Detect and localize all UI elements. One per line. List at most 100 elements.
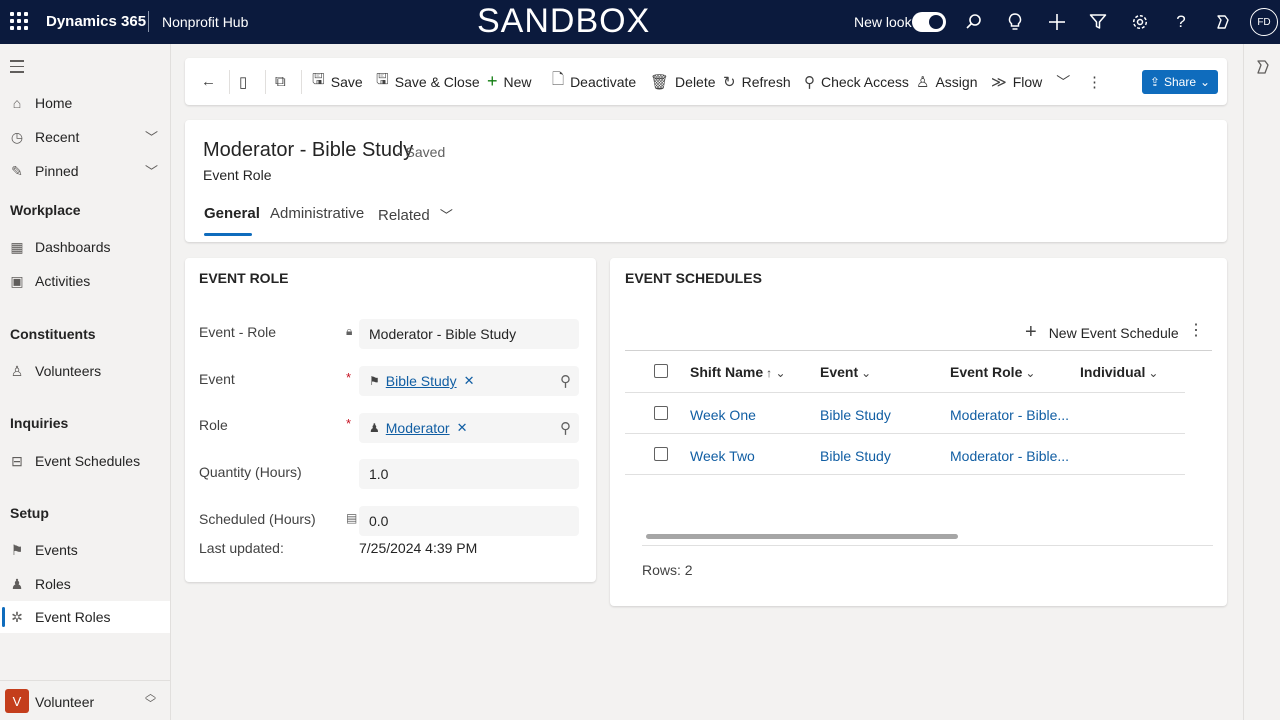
refresh-button[interactable]: ↻ Refresh	[723, 58, 791, 105]
assign-label: Assign	[935, 73, 978, 90]
required-marker: *	[346, 416, 352, 431]
gear-icon[interactable]	[1130, 12, 1150, 32]
tab-related-label: Related	[378, 207, 430, 224]
column-header-shift-name[interactable]: Shift Name ↑ ⌄	[690, 364, 786, 380]
tab-administrative[interactable]: Administrative	[270, 205, 364, 222]
back-button[interactable]: ←	[201, 58, 222, 105]
check-access-button[interactable]: ⚲ Check Access	[804, 58, 909, 105]
remove-icon[interactable]: ✕	[457, 420, 468, 436]
column-header-event-role[interactable]: Event Role ⌄	[950, 364, 1035, 380]
sidebar-item-label: Roles	[35, 576, 71, 592]
plus-icon[interactable]	[1047, 12, 1067, 32]
user-avatar[interactable]: FD	[1250, 8, 1278, 36]
sidebar-group-setup: Setup	[10, 505, 49, 521]
chevron-down-icon[interactable]: ﹀	[1056, 72, 1070, 92]
role-lookup-link[interactable]: Moderator	[386, 420, 450, 436]
area-switcher[interactable]: V Volunteer ︿ ﹀	[0, 680, 170, 720]
flow-button[interactable]: ≫ Flow ﹀	[991, 58, 1070, 105]
more-commands-button[interactable]: ⋮	[1087, 58, 1108, 105]
waffle-icon[interactable]	[10, 12, 28, 30]
remove-icon[interactable]: ✕	[464, 373, 475, 389]
delete-button[interactable]: 🗑 Delete	[650, 58, 716, 105]
sidebar-item-dashboards[interactable]: ▦ Dashboards	[0, 231, 170, 263]
refresh-icon: ↻	[723, 73, 736, 91]
sidebar-item-label: Home	[35, 95, 73, 111]
copilot-icon[interactable]	[1213, 12, 1233, 32]
event-link[interactable]: Bible Study	[820, 407, 891, 423]
tab-general[interactable]: General	[204, 205, 260, 222]
sort-ascending-icon: ↑ ⌄	[766, 366, 786, 380]
event-role-link[interactable]: Moderator - Bible...	[950, 448, 1069, 464]
flow-icon: ≫	[991, 73, 1007, 91]
row-checkbox[interactable]	[654, 447, 668, 461]
sidebar-item-events[interactable]: ⚑ Events	[0, 534, 170, 566]
open-new-window-button[interactable]: ⧉	[275, 58, 292, 105]
shift-name-link[interactable]: Week Two	[690, 448, 755, 464]
app-name[interactable]: Nonprofit Hub	[162, 14, 248, 30]
horizontal-scrollbar[interactable]	[646, 534, 958, 539]
column-header-label: Event	[820, 364, 859, 380]
sidebar-item-event-roles[interactable]: ✲ Event Roles	[0, 601, 170, 633]
product-brand[interactable]: Dynamics 365	[46, 13, 146, 30]
toolbar-divider	[265, 70, 266, 94]
trash-icon: 🗑	[650, 73, 670, 91]
search-icon[interactable]: ⚲	[560, 372, 571, 390]
sidebar-item-recent[interactable]: ◷ Recent ﹀	[0, 121, 170, 153]
sidebar-item-activities[interactable]: ▣ Activities	[0, 265, 170, 297]
hamburger-menu-icon[interactable]	[10, 60, 24, 77]
new-look-label: New look	[854, 14, 912, 30]
search-icon[interactable]	[964, 12, 984, 32]
sidebar-group-workplace: Workplace	[10, 202, 81, 218]
lightbulb-icon[interactable]	[1005, 12, 1025, 32]
sidebar-item-pinned[interactable]: ✎ Pinned ﹀	[0, 155, 170, 187]
event-lookup-link[interactable]: Bible Study	[386, 373, 457, 389]
event-lookup-field[interactable]: ⚑ Bible Study ✕ ⚲	[359, 366, 579, 396]
record-set-button[interactable]: ▯	[239, 58, 253, 105]
row-divider	[625, 474, 1185, 475]
shift-name-link[interactable]: Week One	[690, 407, 756, 423]
filter-icon[interactable]	[1088, 12, 1108, 32]
column-header-individual[interactable]: Individual ⌄	[1080, 364, 1158, 380]
active-tab-indicator	[204, 233, 252, 236]
save-close-button[interactable]: 🖫 Save & Close	[376, 58, 480, 105]
save-button[interactable]: 🖫 Save	[312, 58, 363, 105]
event-role-link[interactable]: Moderator - Bible...	[950, 407, 1069, 423]
share-button[interactable]: ⇪ Share ⌄	[1142, 70, 1218, 94]
back-arrow-icon: ←	[201, 73, 216, 90]
assign-button[interactable]: ♙ Assign	[916, 58, 977, 105]
column-header-label: Shift Name	[690, 364, 764, 380]
row-checkbox[interactable]	[654, 406, 668, 420]
field-label-role: Role	[199, 417, 228, 433]
search-icon[interactable]: ⚲	[560, 419, 571, 437]
chevron-down-icon[interactable]: ﹀	[145, 161, 158, 180]
role-lookup-field[interactable]: ♟ Moderator ✕ ⚲	[359, 413, 579, 443]
sidebar-item-roles[interactable]: ♟ Roles	[0, 568, 170, 600]
refresh-label: Refresh	[741, 73, 791, 90]
scheduled-field[interactable]: 0.0	[359, 506, 579, 536]
pin-icon: ✎	[11, 163, 23, 179]
row-divider	[625, 392, 1185, 393]
select-all-checkbox[interactable]	[654, 364, 668, 378]
copilot-pane-icon[interactable]	[1255, 59, 1271, 79]
sidebar-item-event-schedules[interactable]: ⊟ Event Schedules	[0, 445, 170, 477]
sidebar-item-home[interactable]: ⌂ Home	[0, 87, 170, 119]
event-role-field[interactable]: Moderator - Bible Study	[359, 319, 579, 349]
chevron-down-icon[interactable]: ﹀	[145, 127, 158, 146]
new-event-schedule-button[interactable]: + New Event Schedule	[1025, 321, 1179, 344]
new-look-toggle[interactable]	[912, 12, 946, 32]
more-vertical-icon[interactable]: ⋮	[1188, 320, 1204, 340]
new-button[interactable]: + New	[487, 58, 532, 105]
quantity-field[interactable]: 1.0	[359, 459, 579, 489]
sidebar-item-label: Event Schedules	[35, 453, 141, 469]
sidebar-item-label: Dashboards	[35, 239, 111, 255]
sidebar-item-volunteers[interactable]: ♙ Volunteers	[0, 355, 170, 387]
help-icon[interactable]: ?	[1171, 12, 1191, 32]
sidebar-item-label: Recent	[35, 129, 80, 145]
field-label-quantity: Quantity (Hours)	[199, 464, 302, 480]
event-link[interactable]: Bible Study	[820, 448, 891, 464]
tab-related[interactable]: Related ﹀	[378, 205, 453, 224]
role-icon: ♟	[10, 576, 24, 592]
chevron-down-icon: ⌄	[1200, 75, 1211, 89]
deactivate-button[interactable]: 🗋 Deactivate	[552, 58, 636, 105]
column-header-event[interactable]: Event ⌄	[820, 364, 871, 380]
